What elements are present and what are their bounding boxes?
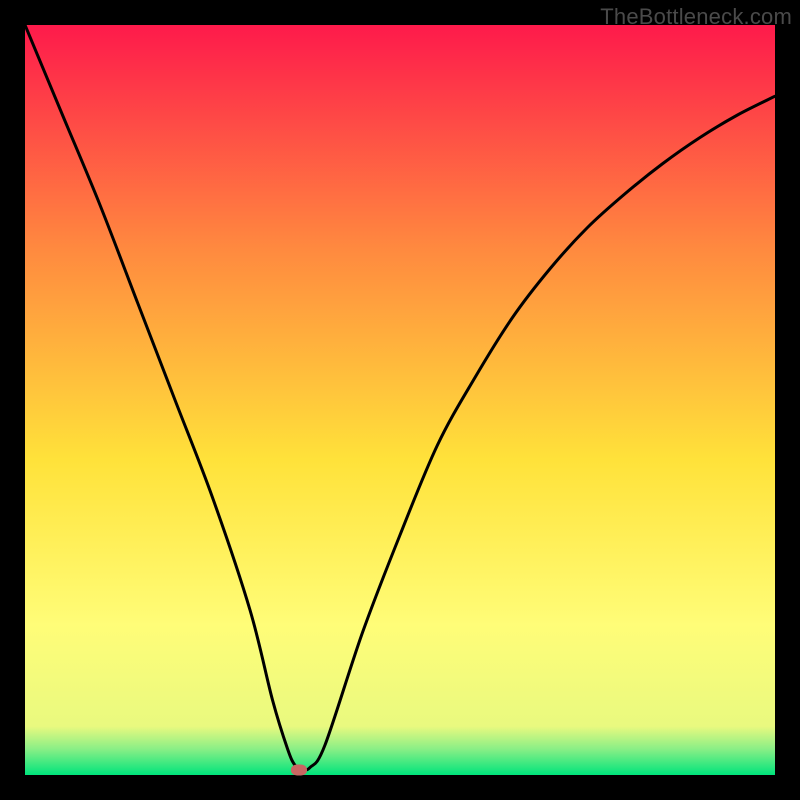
chart-svg (25, 25, 775, 775)
chart-frame: TheBottleneck.com (0, 0, 800, 800)
attribution-text: TheBottleneck.com (600, 4, 792, 30)
plot-area (25, 25, 775, 775)
sweet-spot-marker (291, 764, 307, 775)
gradient-background (25, 25, 775, 775)
